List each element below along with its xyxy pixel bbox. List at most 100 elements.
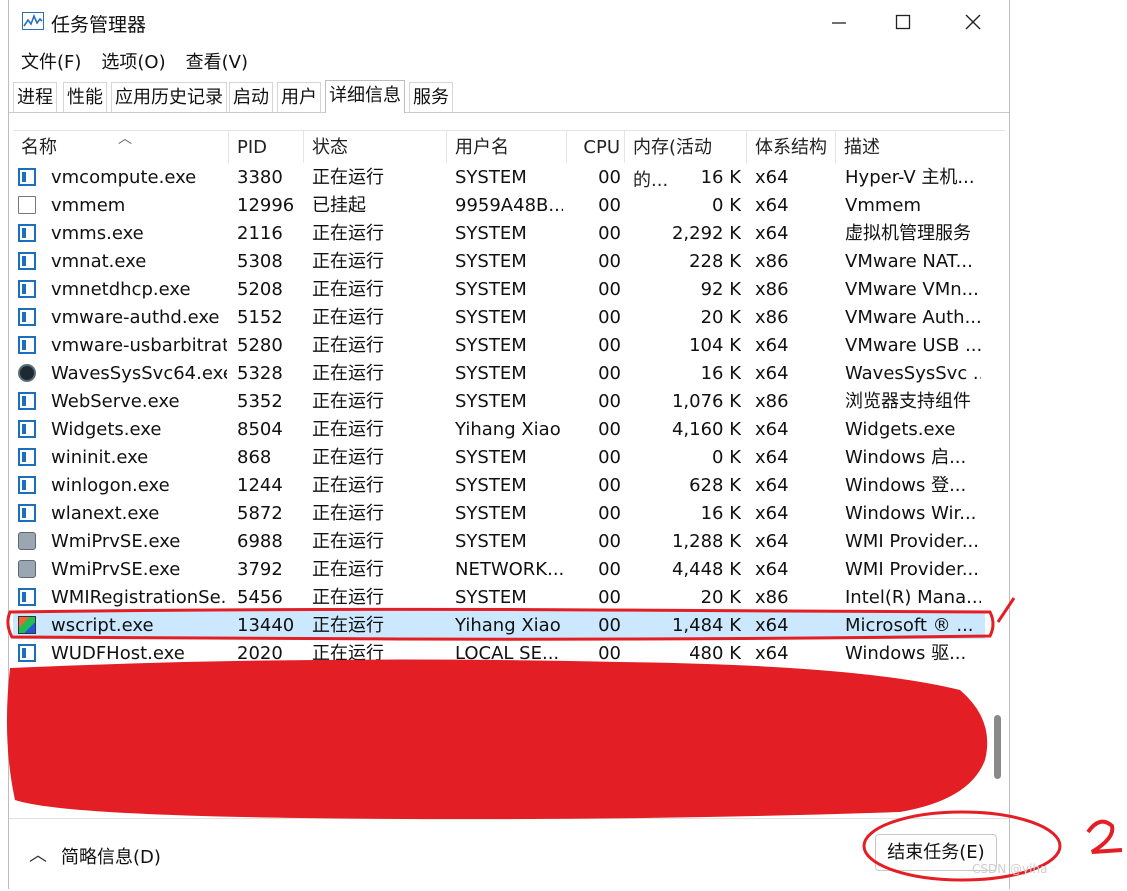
column-header-user[interactable]: 用户名: [447, 131, 567, 163]
cell-arch: x86: [755, 587, 789, 608]
table-row[interactable]: WmiPrvSE.exe 6988 正在运行 SYSTEM 00 1,288 K x64 WM…: [13, 527, 985, 555]
table-row[interactable]: WmiPrvSE.exe 3792 正在运行 NETWORK... 00 4,448 K x…: [13, 555, 985, 583]
window-title: 任务管理器: [51, 14, 147, 36]
column-header-arch[interactable]: 体系结构: [747, 131, 836, 163]
footer-bar: ︿ 简略信息(D) 结束任务(E): [9, 818, 1009, 889]
table-row[interactable]: winlogon.exe 1244 正在运行 SYSTEM 00 628 K x64 Wind…: [13, 471, 985, 499]
app-icon: [18, 476, 36, 494]
column-header-cpu[interactable]: CPU: [567, 131, 625, 163]
table-row-selected[interactable]: wscript.exe 13440 正在运行 Yihang Xiao 00 1,484 K…: [13, 611, 985, 639]
cell-status: 正在运行: [312, 475, 384, 496]
cell-memory: 2,292 K: [671, 223, 741, 244]
tab-app-history[interactable]: 应用历史记录: [111, 82, 227, 112]
cell-description: VMware Auth...: [845, 307, 981, 328]
table-row[interactable]: vmcompute.exe 3380 正在运行 SYSTEM 00 16 K x64 Hype…: [13, 163, 985, 191]
tab-services[interactable]: 服务: [409, 82, 453, 112]
cell-arch: x64: [755, 223, 789, 244]
cell-description: VMware USB ...: [845, 335, 981, 356]
table-row[interactable]: WMIRegistrationSe... 5456 正在运行 SYSTEM 00 20 K…: [13, 583, 985, 611]
cell-memory: 0 K: [712, 195, 741, 216]
table-row[interactable]: wlanext.exe 5872 正在运行 SYSTEM 00 16 K x64 Window…: [13, 499, 985, 527]
cell-description: Vmmem: [845, 195, 921, 216]
cell-memory: 0 K: [712, 447, 741, 468]
table-row[interactable]: Widgets.exe 8504 正在运行 Yihang Xiao 00 4,160 K x…: [13, 415, 985, 443]
cell-arch: x86: [755, 307, 789, 328]
cell-user: SYSTEM: [455, 531, 527, 552]
cell-description: WMI Provider...: [845, 559, 979, 580]
app-icon: [18, 420, 36, 438]
cell-status: 正在运行: [312, 223, 384, 244]
cell-cpu: 00: [598, 335, 621, 356]
table-row[interactable]: vmware-usbarbitrat... 5280 正在运行 SYSTEM 00 104…: [13, 331, 985, 359]
cell-memory: 92 K: [700, 279, 741, 300]
cell-name: Widgets.exe: [51, 419, 162, 440]
column-header-pid[interactable]: PID: [229, 131, 304, 163]
cell-memory: 4,160 K: [671, 419, 741, 440]
scrollbar-thumb[interactable]: [994, 715, 1001, 779]
column-header-status[interactable]: 状态: [304, 131, 447, 163]
cell-arch: x64: [755, 419, 789, 440]
cell-name: WmiPrvSE.exe: [51, 559, 181, 580]
cell-status: 正在运行: [312, 503, 384, 524]
cell-status: 正在运行: [312, 279, 384, 300]
cell-pid: 13440: [237, 615, 295, 636]
close-button[interactable]: [943, 2, 1003, 42]
cell-user: SYSTEM: [455, 251, 527, 272]
column-header-name[interactable]: 名称 ︿: [13, 131, 229, 163]
cell-arch: x64: [755, 475, 789, 496]
cell-status: 正在运行: [312, 643, 384, 664]
cell-memory: 628 K: [689, 475, 741, 496]
cell-arch: x64: [755, 643, 789, 664]
menu-file[interactable]: 文件(F): [21, 46, 81, 74]
tab-processes[interactable]: 进程: [13, 82, 57, 112]
cell-status: 正在运行: [312, 615, 384, 636]
tab-startup[interactable]: 启动: [229, 82, 273, 112]
cell-description: WavesSysSvc ...: [845, 363, 981, 384]
cell-cpu: 00: [598, 223, 621, 244]
cell-status: 正在运行: [312, 447, 384, 468]
cell-user: Yihang Xiao: [455, 419, 561, 440]
table-row[interactable]: vmnetdhcp.exe 5208 正在运行 SYSTEM 00 92 K x86 VMwa…: [13, 275, 985, 303]
cell-cpu: 00: [598, 587, 621, 608]
table-row[interactable]: vmnat.exe 5308 正在运行 SYSTEM 00 228 K x86 VMware …: [13, 247, 985, 275]
cell-name: vmmem: [51, 195, 126, 216]
table-row[interactable]: WavesSysSvc64.exe 5328 正在运行 SYSTEM 00 16 K x64…: [13, 359, 985, 387]
vertical-scrollbar[interactable]: [991, 163, 1003, 813]
chevron-up-icon[interactable]: ︿: [29, 841, 47, 867]
fewer-details-link[interactable]: 简略信息(D): [61, 843, 161, 869]
menu-view[interactable]: 查看(V): [186, 46, 248, 74]
cell-user: SYSTEM: [455, 587, 527, 608]
tab-details[interactable]: 详细信息: [325, 80, 405, 113]
waves-icon: [18, 364, 36, 382]
column-header-description[interactable]: 描述: [836, 131, 985, 163]
menu-options[interactable]: 选项(O): [101, 46, 165, 74]
cell-cpu: 00: [598, 447, 621, 468]
table-row[interactable]: vmmem 12996 已挂起 9959A48B... 00 0 K x64 Vmmem: [13, 191, 985, 219]
cell-memory: 1,076 K: [671, 391, 741, 412]
tab-performance[interactable]: 性能: [63, 82, 107, 112]
column-header-memory[interactable]: 内存(活动的...: [625, 131, 747, 191]
cell-description: Windows 驱...: [845, 643, 967, 664]
cell-description: 浏览器支持组件: [845, 391, 971, 412]
cell-pid: 2020: [237, 643, 283, 664]
cell-arch: x86: [755, 251, 789, 272]
cell-description: Intel(R) Mana...: [845, 587, 981, 608]
table-row[interactable]: vmms.exe 2116 正在运行 SYSTEM 00 2,292 K x64 虚拟机管理服…: [13, 219, 985, 247]
tab-users[interactable]: 用户: [277, 82, 321, 112]
cell-arch: x86: [755, 279, 789, 300]
table-row[interactable]: wininit.exe 868 正在运行 SYSTEM 00 0 K x64 Windows …: [13, 443, 985, 471]
table-row[interactable]: WebServe.exe 5352 正在运行 SYSTEM 00 1,076 K x86 浏览…: [13, 387, 985, 415]
cell-name: WMIRegistrationSe...: [51, 587, 227, 608]
cell-cpu: 00: [598, 279, 621, 300]
table-row[interactable]: vmware-authd.exe 5152 正在运行 SYSTEM 00 20 K x86 V…: [13, 303, 985, 331]
app-icon: [18, 504, 36, 522]
header-spacer: [13, 112, 1005, 131]
minimize-button[interactable]: [809, 2, 869, 42]
table-row[interactable]: WUDFHost.exe 2020 正在运行 LOCAL SE... 00 480 K x6…: [13, 639, 985, 667]
cell-name: vmware-usbarbitrat...: [51, 335, 227, 356]
cell-cpu: 00: [598, 475, 621, 496]
title-bar[interactable]: 任务管理器: [9, 0, 1009, 44]
cell-memory: 1,484 K: [671, 615, 741, 636]
cell-cpu: 00: [598, 643, 621, 664]
maximize-button[interactable]: [873, 2, 933, 42]
